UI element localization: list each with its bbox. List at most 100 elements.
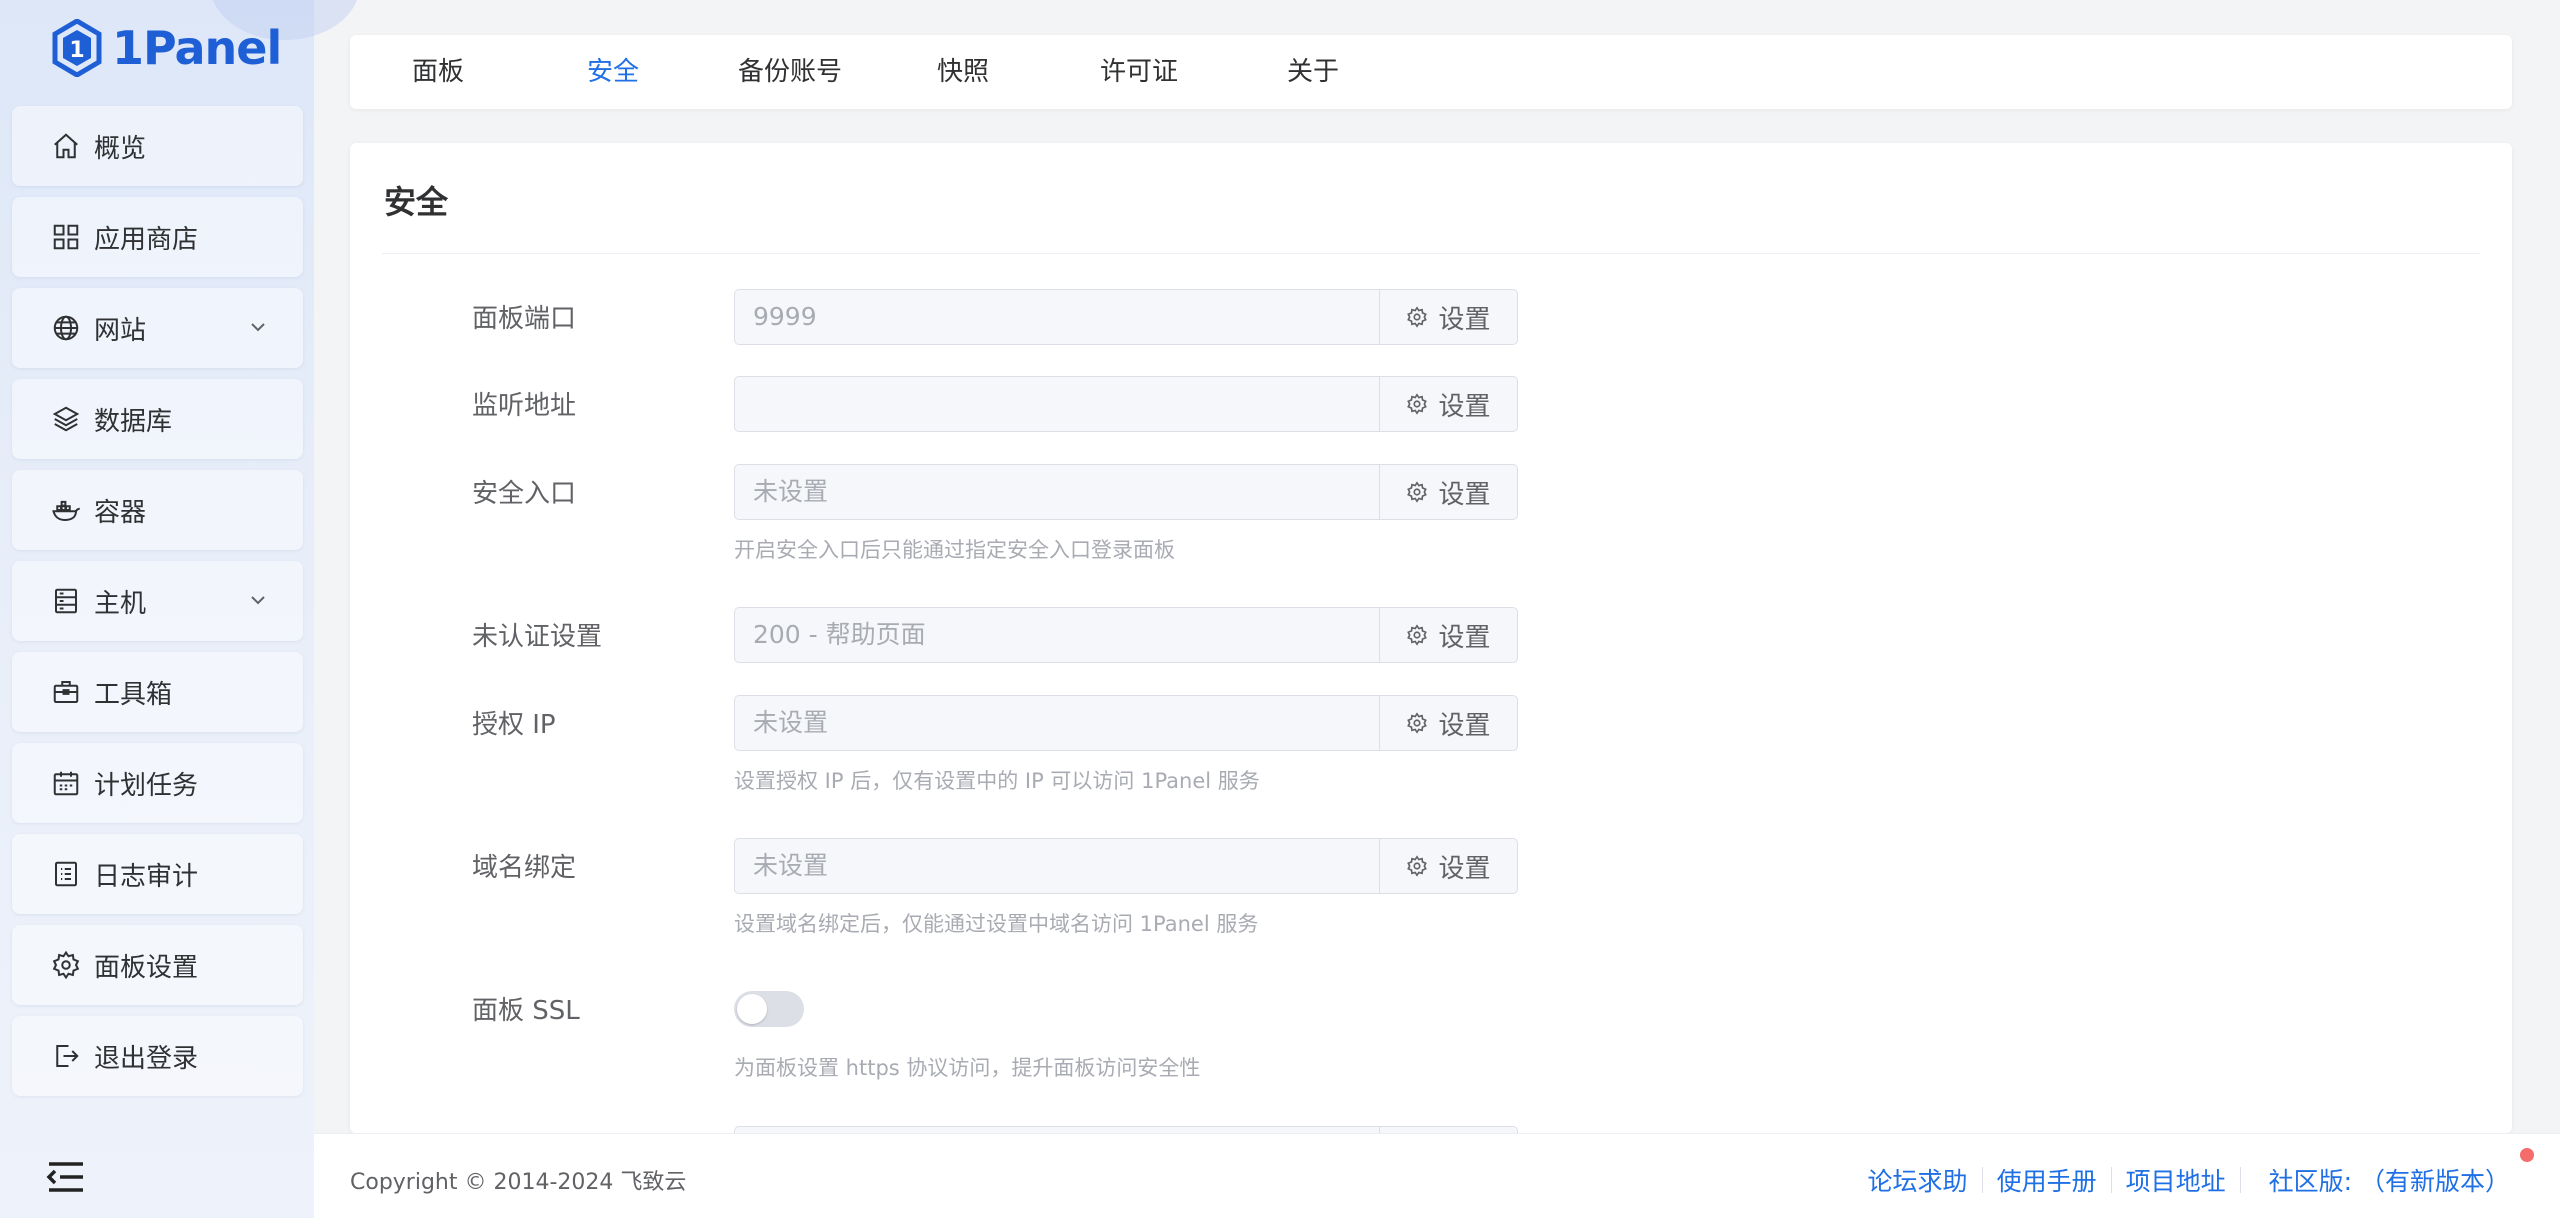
listen-address-field: 设置 <box>734 376 1518 432</box>
home-icon <box>50 130 82 162</box>
gear-icon <box>50 949 82 981</box>
sidebar-item-cron-jobs[interactable]: 计划任务 <box>12 743 303 823</box>
sidebar-item-container[interactable]: 容器 <box>12 470 303 550</box>
gear-icon <box>1407 393 1428 415</box>
domain-binding-input[interactable]: 未设置 <box>734 838 1379 894</box>
calendar-icon <box>50 767 82 799</box>
domain-binding-label: 域名绑定 <box>472 853 577 883</box>
gear-icon <box>1407 306 1428 328</box>
update-badge <box>2520 1148 2534 1162</box>
sidebar-item-database[interactable]: 数据库 <box>12 379 303 459</box>
listen-address-label: 监听地址 <box>472 391 577 421</box>
manual-link[interactable]: 使用手册 <box>1983 1162 2111 1198</box>
svg-text:1: 1 <box>69 38 84 63</box>
logout-icon <box>50 1040 82 1072</box>
sidebar: 1 1Panel 概览 应用商店 网站 数据库 容器 主机 工具箱 计划任务 日… <box>0 0 360 1218</box>
gear-icon <box>1407 624 1428 646</box>
page-title: 安全 <box>384 183 449 221</box>
next-setting-field <box>734 1126 1518 1133</box>
panel-ssl-toggle[interactable] <box>734 991 804 1027</box>
sidebar-item-label: 数据库 <box>94 406 173 437</box>
security-entrance-help: 开启安全入口后只能通过指定安全入口登录面板 <box>734 538 1175 562</box>
unauth-setting-input[interactable]: 200 - 帮助页面 <box>734 607 1379 663</box>
tab-security[interactable]: 安全 <box>587 55 639 89</box>
panel-ssl-help: 为面板设置 https 协议访问，提升面板访问安全性 <box>734 1056 1201 1080</box>
security-entrance-input[interactable]: 未设置 <box>734 464 1379 520</box>
footer-links: 论坛求助 使用手册 项目地址 社区版: （有新版本） <box>1854 1148 2534 1198</box>
sidebar-item-logout[interactable]: 退出登录 <box>12 1016 303 1096</box>
allowed-ip-input[interactable]: 未设置 <box>734 695 1379 751</box>
chevron-down-icon <box>249 591 267 609</box>
domain-binding-help: 设置域名绑定后，仅能通过设置中域名访问 1Panel 服务 <box>734 912 1259 936</box>
next-setting-input[interactable] <box>734 1126 1379 1133</box>
chevron-down-icon <box>249 318 267 336</box>
gear-icon <box>1407 712 1428 734</box>
set-button-label: 设置 <box>1438 710 1491 741</box>
panel-port-label: 面板端口 <box>472 304 577 334</box>
domain-binding-set-button[interactable]: 设置 <box>1379 838 1518 894</box>
panel-ssl-label: 面板 SSL <box>472 996 580 1026</box>
allowed-ip-field: 未设置 设置 <box>734 695 1518 751</box>
layers-icon <box>50 403 82 435</box>
sidebar-item-label: 计划任务 <box>94 770 199 801</box>
divider <box>382 253 2480 254</box>
sidebar-item-label: 主机 <box>94 588 147 619</box>
sidebar-item-label: 容器 <box>94 497 147 528</box>
sidebar-item-label: 退出登录 <box>94 1043 199 1074</box>
security-settings-card: 安全 面板端口 9999 设置 监听地址 设置 安全入口 未设置 设置 开启安全… <box>350 143 2512 1133</box>
sidebar-item-label: 概览 <box>94 133 147 164</box>
panel-port-set-button[interactable]: 设置 <box>1379 289 1518 345</box>
set-button-label: 设置 <box>1438 853 1491 884</box>
set-button-label: 设置 <box>1438 479 1491 510</box>
allowed-ip-set-button[interactable]: 设置 <box>1379 695 1518 751</box>
set-button-label: 设置 <box>1438 622 1491 653</box>
app-logo[interactable]: 1 1Panel <box>52 16 282 80</box>
sidebar-menu: 概览 应用商店 网站 数据库 容器 主机 工具箱 计划任务 日志审计 面板设置 … <box>12 106 303 1107</box>
docker-icon <box>50 494 82 526</box>
forum-link[interactable]: 论坛求助 <box>1854 1162 1982 1198</box>
next-setting-set-button[interactable] <box>1379 1126 1518 1133</box>
unauth-setting-set-button[interactable]: 设置 <box>1379 607 1518 663</box>
listen-address-input[interactable] <box>734 376 1379 432</box>
menu-collapse-button[interactable] <box>46 1160 86 1194</box>
sidebar-item-website[interactable]: 网站 <box>12 288 303 368</box>
logo-icon: 1 <box>52 19 102 77</box>
tab-panel[interactable]: 面板 <box>412 55 464 89</box>
sidebar-item-app-store[interactable]: 应用商店 <box>12 197 303 277</box>
sidebar-item-overview[interactable]: 概览 <box>12 106 303 186</box>
sidebar-item-label: 网站 <box>94 315 147 346</box>
tab-license[interactable]: 许可证 <box>1100 55 1178 89</box>
tab-about[interactable]: 关于 <box>1287 55 1339 89</box>
unauth-setting-label: 未认证设置 <box>472 622 603 652</box>
version-link[interactable]: 社区版: （有新版本） <box>2241 1148 2534 1198</box>
update-notice: （有新版本） <box>2359 1167 2510 1196</box>
edition-label: 社区版: <box>2268 1167 2353 1196</box>
server-icon <box>50 585 82 617</box>
menu-fold-icon <box>46 1162 83 1192</box>
tab-snapshot[interactable]: 快照 <box>937 55 989 89</box>
gear-icon <box>1407 481 1428 503</box>
set-button-label: 设置 <box>1438 304 1491 335</box>
security-entrance-field: 未设置 设置 <box>734 464 1518 520</box>
sidebar-item-host[interactable]: 主机 <box>12 561 303 641</box>
sidebar-item-log-audit[interactable]: 日志审计 <box>12 834 303 914</box>
security-entrance-set-button[interactable]: 设置 <box>1379 464 1518 520</box>
copyright-text: Copyright © 2014-2024 飞致云 <box>350 1170 687 1195</box>
app-name: 1Panel <box>112 21 282 75</box>
toggle-knob <box>737 994 767 1024</box>
sidebar-item-panel-settings[interactable]: 面板设置 <box>12 925 303 1005</box>
listen-address-set-button[interactable]: 设置 <box>1379 376 1518 432</box>
sidebar-item-label: 日志审计 <box>94 861 199 892</box>
unauth-setting-field: 200 - 帮助页面 设置 <box>734 607 1518 663</box>
security-entrance-label: 安全入口 <box>472 479 577 509</box>
tab-backup-accounts[interactable]: 备份账号 <box>738 55 842 89</box>
sidebar-item-toolbox[interactable]: 工具箱 <box>12 652 303 732</box>
panel-port-input[interactable]: 9999 <box>734 289 1379 345</box>
panel-port-field: 9999 设置 <box>734 289 1518 345</box>
footer: Copyright © 2014-2024 飞致云 论坛求助 使用手册 项目地址… <box>314 1133 2560 1218</box>
project-link[interactable]: 项目地址 <box>2112 1162 2240 1198</box>
log-icon <box>50 858 82 890</box>
set-button-label: 设置 <box>1438 391 1491 422</box>
globe-icon <box>50 312 82 344</box>
allowed-ip-label: 授权 IP <box>472 710 556 740</box>
